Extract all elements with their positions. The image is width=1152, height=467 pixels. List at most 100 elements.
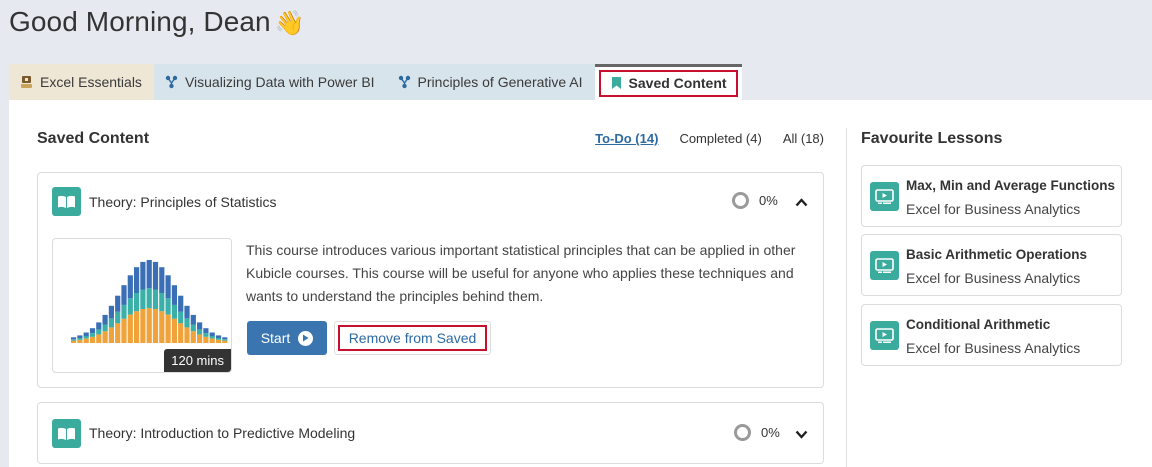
histogram-bar-segment [89, 336, 96, 343]
histogram-bar-segment [190, 331, 196, 343]
histogram-bar-segment [96, 329, 102, 335]
histogram-bar-segment [171, 318, 177, 343]
histogram-bar-segment [197, 329, 203, 335]
histogram-bar-segment [152, 289, 159, 309]
histogram-bar-segment [171, 285, 177, 305]
filter-completed[interactable]: Completed (4) [679, 131, 761, 146]
histogram-bar-segment [184, 318, 190, 328]
filter-all[interactable]: All (18) [783, 131, 824, 146]
bookmark-icon [611, 76, 622, 90]
tab-saved-content[interactable]: Saved Content [594, 64, 742, 100]
start-button[interactable]: Start [247, 321, 327, 355]
histogram-bar-segment [127, 275, 133, 299]
chevron-down-icon[interactable] [794, 427, 808, 441]
histogram-bar-segment [121, 304, 127, 319]
video-lesson-icon [870, 182, 899, 211]
tab-excel-essentials[interactable]: Excel Essentials [9, 64, 154, 100]
play-icon [298, 330, 314, 346]
histogram-bar-segment [140, 289, 146, 309]
histogram-bar-segment [83, 336, 89, 339]
histogram-bar-segment [108, 318, 114, 328]
histogram-bar-segment [102, 331, 108, 343]
tab-visualizing-data-power-bi[interactable]: Visualizing Data with Power BI [153, 64, 387, 100]
saved-course-card: Theory: Principles of Statistics 0% 120 … [37, 172, 824, 388]
histogram-bar-segment [159, 293, 165, 312]
histogram-bar-segment [102, 324, 108, 332]
lesson-course: Excel for Business Analytics [906, 201, 1081, 217]
histogram-bar-segment [89, 328, 96, 334]
progress-ring-icon [732, 192, 749, 209]
histogram-bar-segment [197, 334, 203, 343]
histogram-bar-segment [115, 295, 121, 312]
histogram-bar-segment [127, 298, 133, 315]
tab-label: Visualizing Data with Power BI [184, 74, 375, 90]
histogram-bar-segment [222, 339, 228, 341]
greeting-text: Good Morning, Dean [9, 6, 271, 37]
histogram-bar-segment [77, 339, 83, 343]
histogram-bar-segment [127, 314, 133, 343]
histogram-bar-segment [115, 323, 121, 343]
video-lesson-icon [870, 251, 899, 280]
histogram-bar-segment [146, 260, 152, 289]
content-panel: Saved Content To-Do (14) Completed (4) A… [9, 100, 1152, 467]
saved-filters: To-Do (14) Completed (4) All (18) [595, 131, 824, 146]
tab-label: Excel Essentials [40, 74, 142, 90]
column-divider [846, 128, 847, 467]
progress-value: 0% [761, 425, 780, 440]
histogram-bar-segment [115, 311, 121, 324]
favourite-lesson-item[interactable]: Basic Arithmetic Operations Excel for Bu… [861, 234, 1122, 296]
saved-course-card[interactable]: Theory: Introduction to Predictive Model… [37, 402, 824, 464]
course-title[interactable]: Theory: Introduction to Predictive Model… [89, 425, 355, 441]
histogram-bar-segment [184, 305, 190, 319]
histogram-bar-segment [159, 267, 165, 293]
waving-hand-icon: 👋 [274, 10, 305, 37]
histogram-bar-segment [178, 311, 184, 324]
course-thumbnail[interactable]: 120 mins [52, 238, 232, 373]
tab-principles-generative-ai[interactable]: Principles of Generative AI [386, 64, 595, 100]
histogram-bar-segment [159, 311, 165, 343]
lesson-course: Excel for Business Analytics [906, 340, 1081, 356]
favourite-lesson-item[interactable]: Conditional Arithmetic Excel for Busines… [861, 304, 1122, 366]
course-title[interactable]: Theory: Principles of Statistics [89, 194, 277, 210]
histogram-bar-segment [165, 298, 171, 315]
histogram-bar-segment [134, 267, 140, 293]
histogram-bar-segment [203, 333, 209, 337]
tab-label: Principles of Generative AI [417, 74, 583, 90]
histogram-bar-segment [96, 334, 102, 343]
lesson-name: Max, Min and Average Functions [906, 178, 1116, 193]
histogram-bar-segment [71, 337, 77, 340]
remove-from-saved-button[interactable]: Remove from Saved [337, 325, 488, 351]
chevron-up-icon[interactable] [794, 195, 808, 209]
histogram-bar-segment [134, 311, 140, 343]
histogram-bar-segment [77, 338, 83, 340]
histogram-bar-segment [102, 314, 108, 325]
histogram-bar-segment [71, 339, 77, 341]
course-progress: 0% [732, 192, 778, 209]
histogram-bar-segment [140, 261, 146, 290]
course-description: This course introduces various important… [246, 242, 796, 304]
histogram-bar-segment [165, 275, 171, 299]
network-icon [398, 75, 411, 89]
book-icon [52, 419, 81, 448]
progress-ring-icon [734, 424, 751, 441]
histogram-bar-segment [215, 339, 222, 343]
histogram-bar-segment [215, 335, 222, 338]
favourite-lessons-title: Favourite Lessons [861, 130, 1003, 147]
filter-todo[interactable]: To-Do (14) [595, 131, 658, 146]
histogram-bar-segment [121, 318, 127, 343]
histogram-bar-segment [152, 261, 159, 290]
histogram-bar-segment [215, 338, 222, 340]
graduation-icon [20, 75, 33, 89]
histogram-bar-segment [209, 338, 215, 343]
course-progress: 0% [734, 424, 780, 441]
histogram-bar-segment [184, 327, 190, 343]
histogram-bar-segment [203, 336, 209, 343]
histogram-bar-segment [134, 293, 140, 312]
greeting-heading: Good Morning, Dean 👋 [9, 6, 305, 38]
histogram-bar-segment [222, 340, 228, 343]
progress-value: 0% [759, 193, 778, 208]
book-icon [52, 187, 81, 216]
network-icon [165, 75, 178, 89]
favourite-lesson-item[interactable]: Max, Min and Average Functions Excel for… [861, 165, 1122, 227]
remove-from-saved-wrapper: Remove from Saved [334, 321, 491, 355]
